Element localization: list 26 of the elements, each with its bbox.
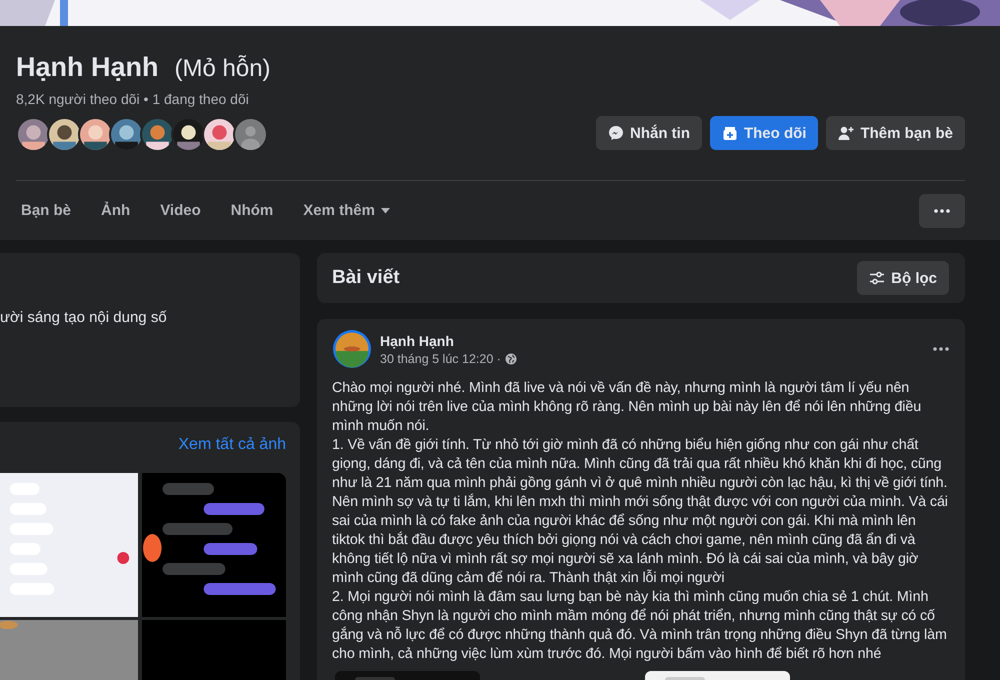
profile-name: Hạnh Hạnh [16,52,159,83]
filter-icon [869,271,886,285]
follow-icon [722,125,738,141]
see-all-photos-link[interactable]: Xem tất cả ảnh [178,436,286,454]
profile-tab[interactable]: Video [155,181,216,240]
add-friend-button[interactable]: Thêm bạn bè [826,116,965,150]
profile-tab[interactable]: Ảnh [96,181,146,240]
messenger-icon [608,125,624,141]
follower-stats: 8,2K người theo dõi • 1 đang theo dõi [16,91,250,107]
post-author[interactable]: Hạnh Hạnh [380,332,924,348]
profile-tab[interactable]: Xem thêm [298,181,405,240]
filter-button[interactable]: Bộ lọc [857,261,949,295]
more-icon [933,208,951,214]
post-time[interactable]: 30 tháng 5 lúc 12:20 · [380,352,501,366]
posts-title: Bài viết [332,267,400,289]
post-text: Chào mọi người nhé. Mình đã live và nói về vấn đề này, nhưng mình là người tâm lí yếu nên những lời nói trên live của mình không rõ ràng. Nên mình up bài này lên để nói lên những điều mình muốn nói. 1. Về vấn đề giới tính. Từ nhỏ tới giờ mình đã có những biểu hiện giống như con gái như chất giọng, dáng đi, và cả tên của mình nữa. Mình cũng đã trải qua rất nhiều khó khăn khi đi học, cũng như là 21 năm qua mình phải gồng gánh vì ở quê mình nhiều người còn lạc hậu, kì thị về giới tính. Nên mình sợ và tự ti lắm, khi lên mxh thì mình mới sống thật được với con người của mình. Và cái sai của mình là có fake ảnh của người khác để sống như một người con gái. Khi mà mình lên tiktok thì bắt đầu được yêu thích bởi giọng nói và cách chơi game, nên mình cũng đã ẩn đi và không tiết lộ nữa vì mình rất sợ mọi người sẽ xa lánh mình. Đó là cái sai của mình, và bây giờ mình cũng đã dũng cảm để nói ra. Thành thật xin lỗi mọi người 2. Mọi người nói mình là đâm sau lưng bạn bè này kia thì mình cũng muốn chia sẻ 1 chút. Mình công nhận Shyn là người cho mình mầm móng để nói phát triển, nhưng mình cũng thật sự có cố gắng và nỗ lực để có được những thành quả đó. Và mình trân trọng những điều Shyn đã từng làm cho mình, cả những việc lùm xùm trước đó. Mọi người bấm vào hình để biết rõ hơn nhé [332,379,948,664]
more-button[interactable] [919,194,965,228]
intro-text: ười sáng tạo nội dung số [0,309,167,326]
follow-button[interactable]: Theo dõi [710,116,818,150]
profile-nickname: (Mỏ hỗn) [174,55,271,83]
more-options-icon[interactable] [932,346,950,352]
add-friend-icon [838,125,854,141]
globe-icon [504,352,517,364]
profile-tab[interactable]: Bạn bè [16,181,86,240]
message-button[interactable]: Nhắn tin [596,116,702,150]
profile-tab[interactable]: Nhóm [226,181,288,240]
